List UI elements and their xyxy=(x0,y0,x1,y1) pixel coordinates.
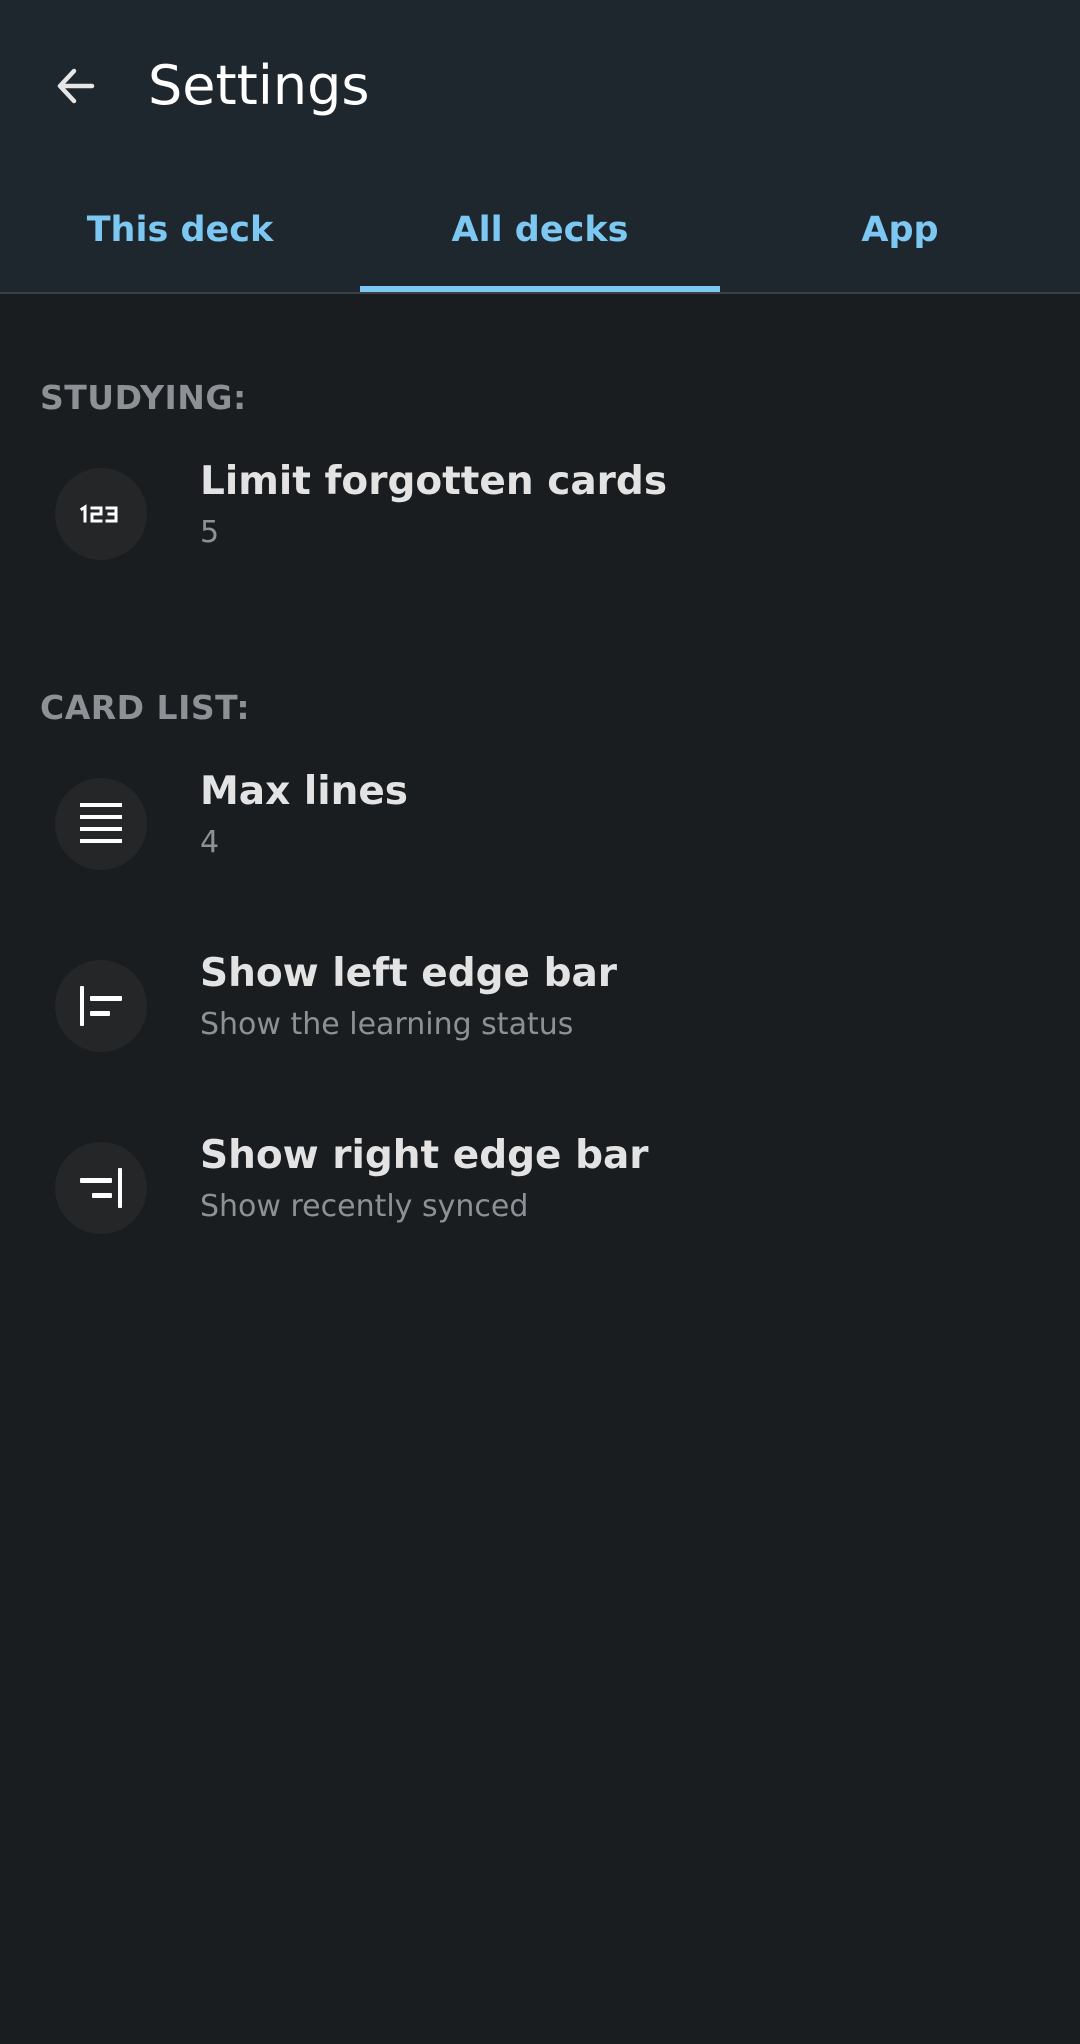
setting-text: Show left edge bar Show the learning sta… xyxy=(200,948,617,1048)
tab-divider xyxy=(0,292,1080,294)
setting-text: Show right edge bar Show recently synced xyxy=(200,1130,649,1230)
setting-text: Limit forgotten cards 5 xyxy=(200,456,667,556)
right-edge-bar-icon xyxy=(80,1168,122,1208)
icon-container xyxy=(55,960,147,1052)
icon-container xyxy=(55,468,147,560)
setting-value: Show recently synced xyxy=(200,1189,529,1224)
setting-title: Max lines xyxy=(200,769,409,814)
setting-text: Max lines 4 xyxy=(200,766,408,866)
setting-show-left-edge-bar[interactable]: Show left edge bar Show the learning sta… xyxy=(0,930,1080,1082)
lines-icon xyxy=(80,803,122,843)
icon-container xyxy=(55,1142,147,1234)
setting-value: 5 xyxy=(200,515,220,550)
setting-show-right-edge-bar[interactable]: Show right edge bar Show recently synced xyxy=(0,1112,1080,1264)
setting-value: Show the learning status xyxy=(200,1007,574,1042)
numbers-123-icon xyxy=(79,504,118,523)
settings-screen: Settings This deck All decks App STUDYIN… xyxy=(0,0,1080,2044)
setting-title: Show left edge bar xyxy=(200,951,618,996)
back-button[interactable] xyxy=(26,36,126,136)
tab-all-decks[interactable]: All decks xyxy=(360,180,720,294)
setting-title: Limit forgotten cards xyxy=(200,459,668,504)
arrow-left-icon xyxy=(57,68,95,104)
tab-bar: This deck All decks App xyxy=(0,180,1080,294)
setting-max-lines[interactable]: Max lines 4 xyxy=(0,748,1080,900)
section-header-studying: STUDYING: xyxy=(40,378,247,417)
page-title: Settings xyxy=(148,54,370,117)
tab-label: This deck xyxy=(86,210,274,250)
tab-label: App xyxy=(861,210,939,250)
setting-title: Show right edge bar xyxy=(200,1133,649,1178)
setting-limit-forgotten-cards[interactable]: Limit forgotten cards 5 xyxy=(0,438,1080,590)
tab-this-deck[interactable]: This deck xyxy=(0,180,360,294)
top-app-bar: Settings This deck All decks App xyxy=(0,0,1080,294)
tab-label: All decks xyxy=(451,210,629,250)
tab-app[interactable]: App xyxy=(720,180,1080,294)
section-header-card-list: CARD LIST: xyxy=(40,688,251,727)
setting-value: 4 xyxy=(200,825,220,860)
icon-container xyxy=(55,778,147,870)
left-edge-bar-icon xyxy=(80,986,122,1026)
